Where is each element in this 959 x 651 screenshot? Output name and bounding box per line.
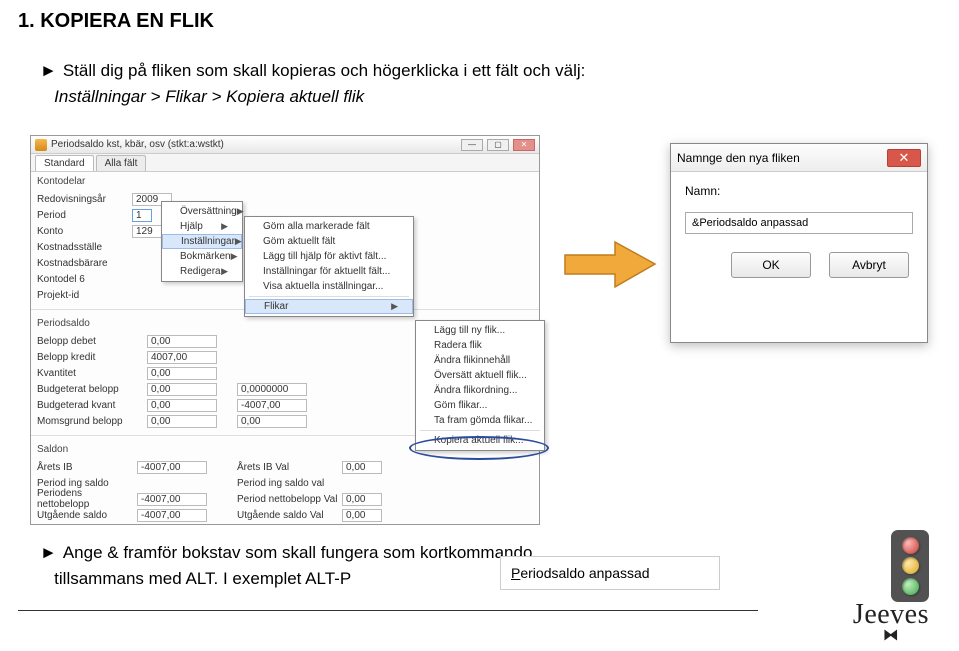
label-budgeterat-belopp: Budgeterat belopp: [37, 384, 147, 395]
ctx3-lagg-till-flik[interactable]: Lägg till ny flik...: [416, 323, 544, 338]
snippet-underlined-char: P: [511, 565, 520, 581]
yellow-light: [902, 557, 919, 574]
jeeves-logo: Jeeves ⧓: [853, 599, 929, 641]
label-budgeterad-kvant: Budgeterad kvant: [37, 400, 147, 411]
input-periodens-netto[interactable]: -4007,00: [137, 493, 207, 506]
green-light: [902, 578, 919, 595]
input-arets-ib[interactable]: -4007,00: [137, 461, 207, 474]
ctx2-flikar[interactable]: Flikar▶: [245, 299, 413, 314]
label-utgaende-saldo-val: Utgående saldo Val: [237, 510, 342, 521]
context-menu-2: Göm alla markerade fält Göm aktuellt fäl…: [244, 216, 414, 317]
bullet-marker: ►: [40, 543, 57, 562]
section-kontodelar: Kontodelar: [31, 172, 539, 189]
ctx1-oversattning[interactable]: Översättning▶: [162, 204, 242, 219]
input-belopp-kredit[interactable]: 4007,00: [147, 351, 217, 364]
ctx3-radera-flik[interactable]: Radera flik: [416, 338, 544, 353]
snippet-rest: eriodsaldo anpassad: [520, 565, 649, 581]
page-heading: 1. KOPIERA EN FLIK: [18, 10, 214, 33]
window-icon: [35, 139, 47, 151]
bullet-2-line1: Ange & framför bokstav som skall fungera…: [63, 543, 533, 562]
ok-button[interactable]: OK: [731, 252, 811, 278]
input-budgeterad-kvant-2[interactable]: -4007,00: [237, 399, 307, 412]
ctx1-bokmarken[interactable]: Bokmärken▶: [162, 249, 242, 264]
ctx2-gom-aktuellt[interactable]: Göm aktuellt fält: [245, 234, 413, 249]
input-period-netto-val[interactable]: 0,00: [342, 493, 382, 506]
tab-row: Standard Alla fält: [31, 154, 539, 172]
label-arets-ib: Årets IB: [37, 462, 137, 473]
input-budgeterad-kvant[interactable]: 0,00: [147, 399, 217, 412]
ctx3-gom-flikar[interactable]: Göm flikar...: [416, 398, 544, 413]
app-window: Periodsaldo kst, kbär, osv (stkt:a:wstkt…: [30, 135, 540, 525]
result-snippet: Periodsaldo anpassad: [500, 556, 720, 590]
bullet-1-line2: Inställningar > Flikar > Kopiera aktuell…: [54, 87, 364, 106]
cancel-button[interactable]: Avbryt: [829, 252, 909, 278]
input-budgeterat-belopp-2[interactable]: 0,0000000: [237, 383, 307, 396]
logo-text: Jeeves: [853, 599, 929, 630]
label-kostnadsstalle: Kostnadsställe: [37, 242, 132, 253]
label-momsgrund-belopp: Momsgrund belopp: [37, 416, 147, 427]
bullet-2: ► Ange & framför bokstav som skall funger…: [40, 540, 532, 591]
ctx3-kopiera-aktuell-flik[interactable]: Kopiera aktuell flik...: [416, 433, 544, 448]
ctx1-installningar[interactable]: Inställningar▶: [162, 234, 242, 249]
input-momsgrund-belopp[interactable]: 0,00: [147, 415, 217, 428]
close-button[interactable]: ✕: [513, 139, 535, 151]
input-utgaende-saldo-val[interactable]: 0,00: [342, 509, 382, 522]
input-budgeterat-belopp[interactable]: 0,00: [147, 383, 217, 396]
label-redovisningsar: Redovisningsår: [37, 194, 132, 205]
dialog-titlebar: Namnge den nya fliken ✕: [671, 144, 927, 172]
tab-alla-falt[interactable]: Alla fält: [96, 155, 147, 171]
input-belopp-debet[interactable]: 0,00: [147, 335, 217, 348]
context-menu-3: Lägg till ny flik... Radera flik Ändra f…: [415, 320, 545, 451]
rename-dialog: Namnge den nya fliken ✕ Namn: OK Avbryt: [670, 143, 928, 343]
arrow-icon: [560, 237, 660, 292]
window-title: Periodsaldo kst, kbär, osv (stkt:a:wstkt…: [51, 139, 461, 150]
red-light: [902, 537, 919, 554]
ctx1-hjalp[interactable]: Hjälp▶: [162, 219, 242, 234]
input-momsgrund-belopp-2[interactable]: 0,00: [237, 415, 307, 428]
dialog-name-input[interactable]: [685, 212, 913, 234]
label-kostnadsbarare: Kostnadsbärare: [37, 258, 132, 269]
label-period-ing-saldo-val: Period ing saldo val: [237, 478, 342, 489]
ctx3-andra-flikordning[interactable]: Ändra flikordning...: [416, 383, 544, 398]
input-utgaende-saldo[interactable]: -4007,00: [137, 509, 207, 522]
window-titlebar: Periodsaldo kst, kbär, osv (stkt:a:wstkt…: [31, 136, 539, 154]
bullet-2-line2: tillsammans med ALT. I exemplet ALT-P: [54, 569, 351, 588]
ctx3-ta-fram-gomda[interactable]: Ta fram gömda flikar...: [416, 413, 544, 428]
label-periodens-netto: Periodens nettobelopp: [37, 488, 137, 510]
label-belopp-debet: Belopp debet: [37, 336, 147, 347]
input-kvantitet[interactable]: 0,00: [147, 367, 217, 380]
label-period: Period: [37, 210, 132, 221]
label-period-netto-val: Period nettobelopp Val: [237, 494, 342, 505]
ctx2-lagg-hjalp[interactable]: Lägg till hjälp för aktivt fält...: [245, 249, 413, 264]
label-period-ing-saldo: Period ing saldo: [37, 478, 137, 489]
label-konto: Konto: [37, 226, 132, 237]
ctx3-andra-flikinnehall[interactable]: Ändra flikinnehåll: [416, 353, 544, 368]
ctx2-gom-markerade[interactable]: Göm alla markerade fält: [245, 219, 413, 234]
input-period[interactable]: 1: [132, 209, 152, 222]
minimize-button[interactable]: —: [461, 139, 483, 151]
tab-standard[interactable]: Standard: [35, 155, 94, 171]
ctx3-oversatt-flik[interactable]: Översätt aktuell flik...: [416, 368, 544, 383]
dialog-label-namn: Namn:: [685, 184, 913, 198]
label-projektid: Projekt-id: [37, 290, 132, 301]
bowtie-icon: ⧓: [853, 631, 929, 641]
traffic-light-icon: [891, 530, 929, 602]
dialog-close-button[interactable]: ✕: [887, 149, 921, 167]
bullet-marker: ►: [40, 61, 57, 80]
label-arets-ib-val: Årets IB Val: [237, 462, 342, 473]
label-kvantitet: Kvantitet: [37, 368, 147, 379]
footer-divider: [18, 610, 758, 611]
input-arets-ib-val[interactable]: 0,00: [342, 461, 382, 474]
bullet-1-line1: Ställ dig på fliken som skall kopieras o…: [63, 61, 586, 80]
ctx1-redigera[interactable]: Redigera▶: [162, 264, 242, 279]
label-kontodel6: Kontodel 6: [37, 274, 132, 285]
ctx2-visa-installningar[interactable]: Visa aktuella inställningar...: [245, 279, 413, 294]
context-menu-1: Översättning▶ Hjälp▶ Inställningar▶ Bokm…: [161, 201, 243, 282]
label-belopp-kredit: Belopp kredit: [37, 352, 147, 363]
bullet-1: ► Ställ dig på fliken som skall kopieras …: [40, 58, 585, 109]
ctx2-installningar-falt[interactable]: Inställningar för aktuellt fält...: [245, 264, 413, 279]
maximize-button[interactable]: ▢: [487, 139, 509, 151]
label-utgaende-saldo: Utgående saldo: [37, 510, 137, 521]
dialog-title: Namnge den nya fliken: [677, 151, 887, 165]
